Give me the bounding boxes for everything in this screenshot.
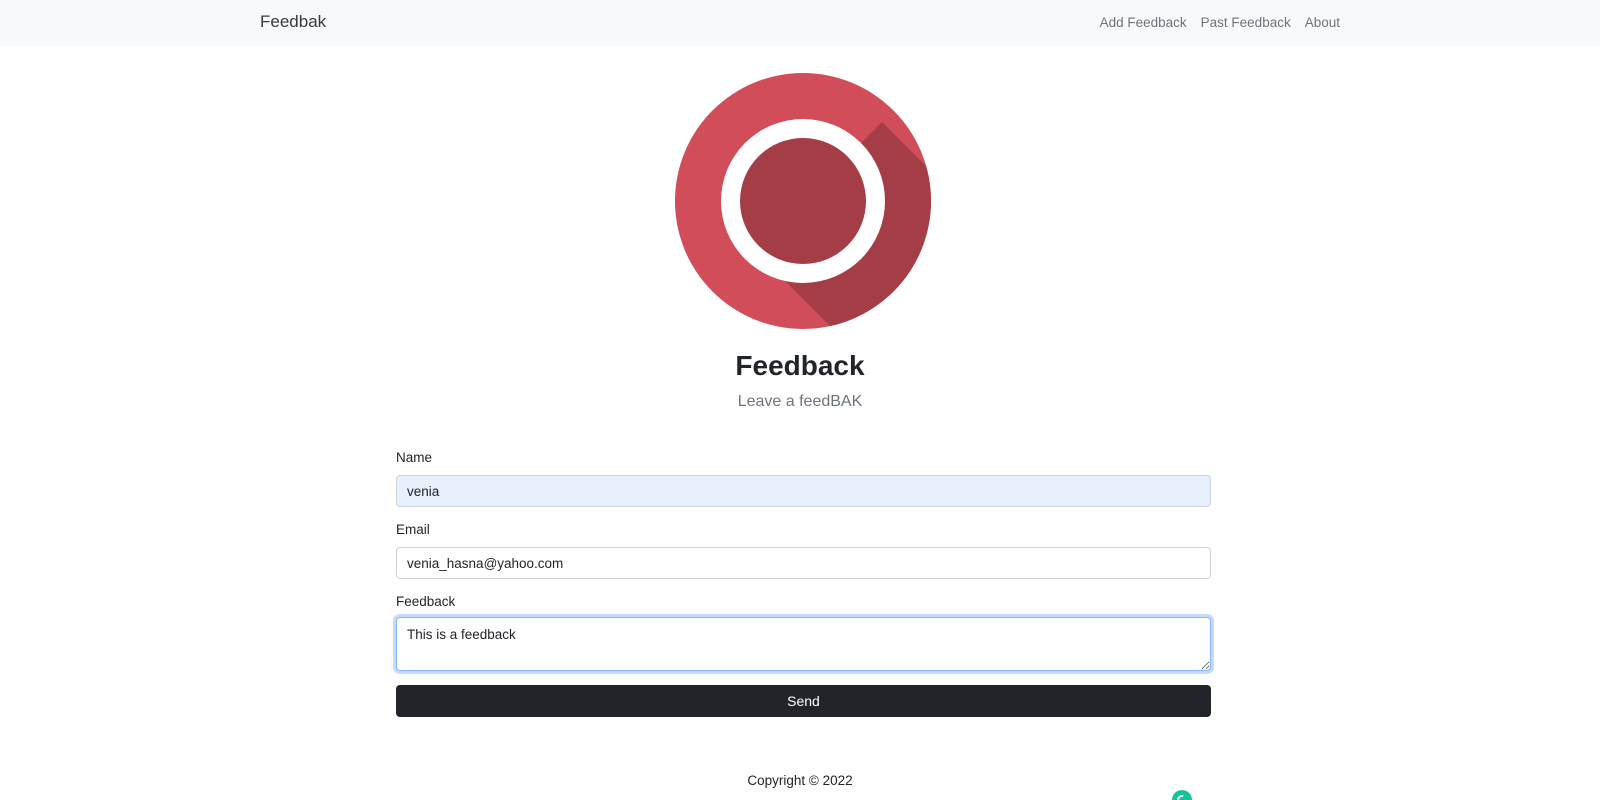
email-label: Email xyxy=(396,522,430,537)
nav-links: Add Feedback Past Feedback About xyxy=(1100,15,1340,30)
grammar-assistant-icon[interactable] xyxy=(1172,790,1192,800)
nav-past-feedback[interactable]: Past Feedback xyxy=(1201,15,1291,30)
navbar: Feedbak Add Feedback Past Feedback About xyxy=(0,0,1600,46)
page-subtitle: Leave a feedBAK xyxy=(737,393,863,410)
brand-link[interactable]: Feedbak xyxy=(260,12,326,32)
send-button[interactable]: Send xyxy=(396,685,1211,717)
feedback-label: Feedback xyxy=(396,594,456,609)
nav-about[interactable]: About xyxy=(1305,15,1340,30)
target-logo-icon xyxy=(675,73,931,329)
page-title: Feedback xyxy=(735,350,865,381)
email-input[interactable] xyxy=(396,547,1211,579)
name-label: Name xyxy=(396,450,433,465)
feedback-textarea[interactable]: This is a feedback xyxy=(396,617,1211,671)
name-input[interactable] xyxy=(396,475,1211,507)
nav-add-feedback[interactable]: Add Feedback xyxy=(1100,15,1187,30)
footer-copyright: Copyright © 2022 xyxy=(747,773,853,788)
feedback-group: Feedback This is a feedback xyxy=(396,594,1211,800)
name-group: Name xyxy=(396,450,1211,507)
email-group: Email xyxy=(396,522,1211,579)
